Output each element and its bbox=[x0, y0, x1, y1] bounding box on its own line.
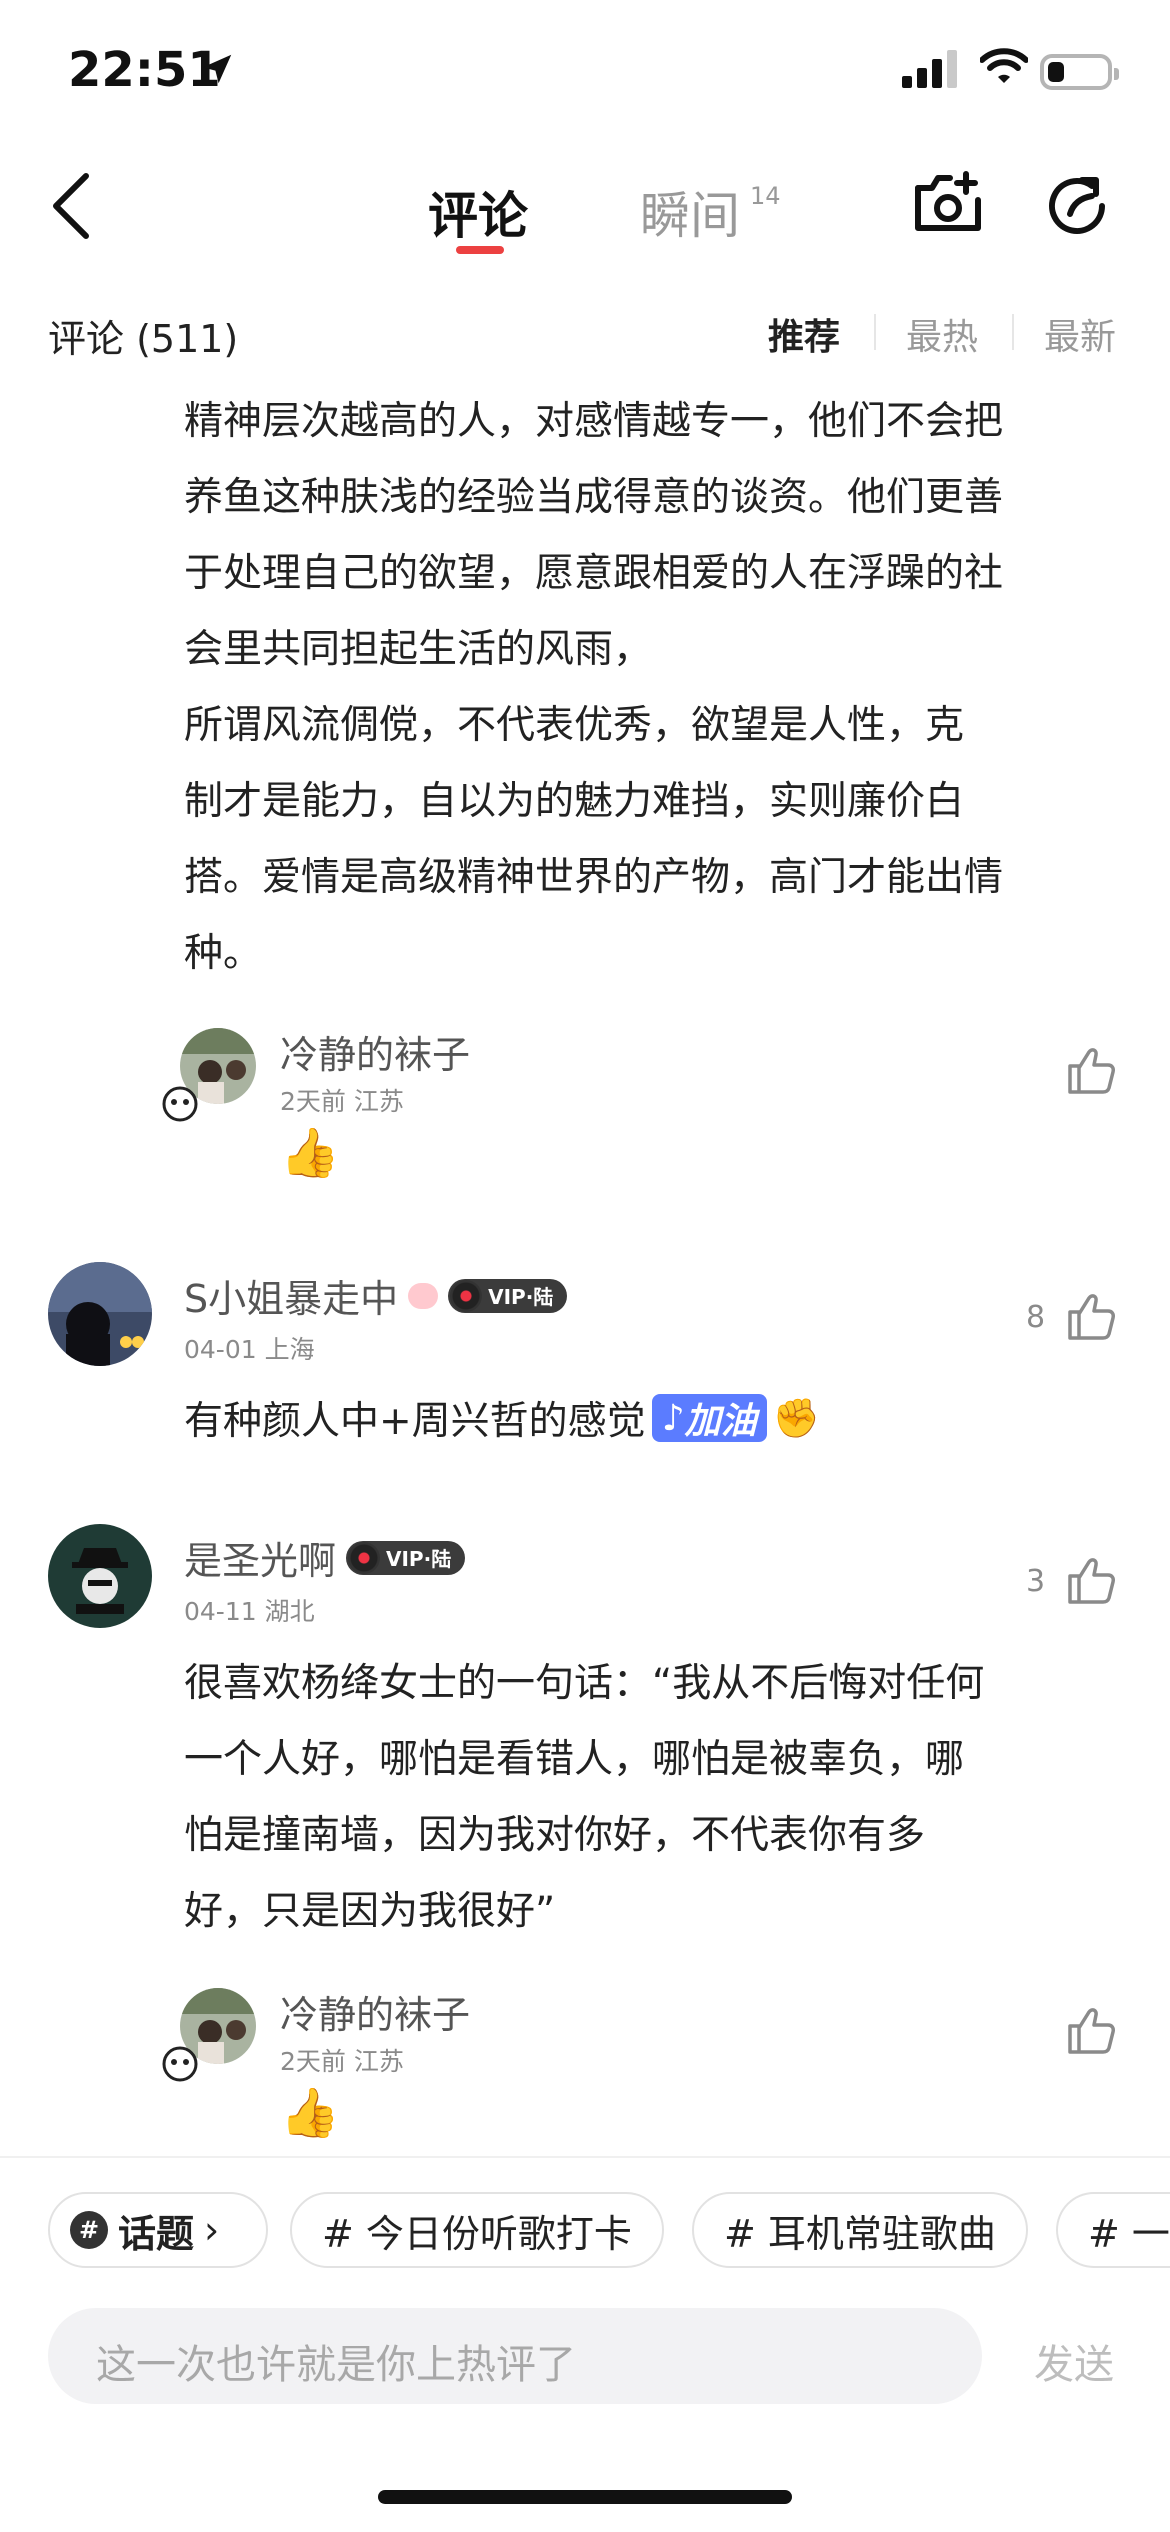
comment-nickname[interactable]: 是圣光啊 bbox=[184, 1530, 336, 1585]
location-arrow-icon bbox=[202, 54, 232, 84]
send-button[interactable]: 发送 bbox=[1034, 2332, 1114, 2390]
active-tab-indicator bbox=[456, 246, 504, 254]
reply-avatar[interactable] bbox=[158, 1024, 258, 1124]
cellular-signal-icon bbox=[902, 50, 957, 88]
share-icon[interactable] bbox=[1042, 170, 1114, 242]
topic-chip[interactable]: # 耳机常驻歌曲 bbox=[692, 2192, 1028, 2268]
comment-count-label: 评论 (511) bbox=[48, 317, 239, 361]
cheer-tag: ♪ 加油 bbox=[651, 1394, 767, 1442]
reply-content: 👍 bbox=[280, 1125, 340, 1181]
thumbs-up-icon[interactable] bbox=[1066, 1044, 1118, 1096]
like-count: 8 bbox=[1026, 1300, 1046, 1335]
topic-chip[interactable]: # 一 bbox=[1056, 2192, 1170, 2268]
reply-meta: 2天前 江苏 bbox=[280, 1087, 404, 1116]
reply-avatar[interactable] bbox=[158, 1984, 258, 2084]
comment-nickname[interactable]: S小姐暴走中 bbox=[184, 1268, 398, 1323]
comment-author-row: 是圣光啊 VIP·陆 bbox=[184, 1530, 466, 1585]
user-avatar[interactable] bbox=[48, 1262, 152, 1366]
topic-hash-icon: # bbox=[70, 2211, 108, 2249]
comment-text: 有种颜人中+周兴哲的感觉 ♪ 加油 ✊ bbox=[184, 1394, 821, 1444]
thumbs-up-icon[interactable] bbox=[1066, 1290, 1118, 1342]
comment-meta: 04-11 湖北 bbox=[184, 1597, 315, 1626]
vip-badge: VIP·陆 bbox=[346, 1540, 466, 1575]
topic-button[interactable]: # 话题 › bbox=[48, 2192, 268, 2268]
sort-divider bbox=[1012, 314, 1014, 350]
reply-nickname[interactable]: 冷静的袜子 bbox=[280, 1984, 470, 2039]
thumbs-up-icon[interactable] bbox=[1066, 2004, 1118, 2056]
bottom-divider bbox=[0, 2156, 1170, 2158]
comment-text: 很喜欢杨绛女士的一句话：“我从不后悔对任何 一个人好，哪怕是看错人，哪怕是被辜负… bbox=[184, 1661, 985, 1934]
comment-input-placeholder: 这一次也许就是你上热评了 bbox=[96, 2342, 576, 2388]
thumbs-up-icon[interactable] bbox=[1066, 1554, 1118, 1606]
camera-icon[interactable] bbox=[912, 170, 984, 236]
sort-divider bbox=[874, 314, 876, 350]
back-chevron-icon[interactable] bbox=[48, 172, 92, 240]
sort-hottest[interactable]: 最热 bbox=[906, 308, 978, 360]
like-count: 3 bbox=[1026, 1564, 1046, 1599]
chevron-right-icon: › bbox=[204, 2208, 220, 2252]
comment-meta: 04-01 上海 bbox=[184, 1335, 315, 1364]
vip-badge: VIP·陆 bbox=[448, 1278, 568, 1313]
reply-content: 👍 bbox=[280, 2085, 340, 2141]
user-avatar[interactable] bbox=[48, 1524, 152, 1628]
comment-author-row: S小姐暴走中 VIP·陆 bbox=[184, 1268, 568, 1323]
home-indicator bbox=[378, 2490, 792, 2504]
comment-text: 精神层次越高的人，对感情越专一，他们不会把 养鱼这种肤浅的经验当成得意的谈资。他… bbox=[184, 399, 1004, 976]
sort-recommended[interactable]: 推荐 bbox=[768, 308, 840, 360]
wifi-icon bbox=[980, 48, 1028, 83]
moments-count-badge: 14 bbox=[750, 182, 781, 210]
topic-chip[interactable]: # 今日份听歌打卡 bbox=[290, 2192, 664, 2268]
sort-newest[interactable]: 最新 bbox=[1044, 308, 1116, 360]
reply-nickname[interactable]: 冷静的袜子 bbox=[280, 1024, 470, 1079]
reply-meta: 2天前 江苏 bbox=[280, 2047, 404, 2076]
battery-icon bbox=[1040, 54, 1119, 90]
tab-moments[interactable]: 瞬间 bbox=[640, 176, 740, 248]
tab-comments[interactable]: 评论 bbox=[428, 176, 528, 248]
pig-badge-icon bbox=[408, 1282, 439, 1309]
